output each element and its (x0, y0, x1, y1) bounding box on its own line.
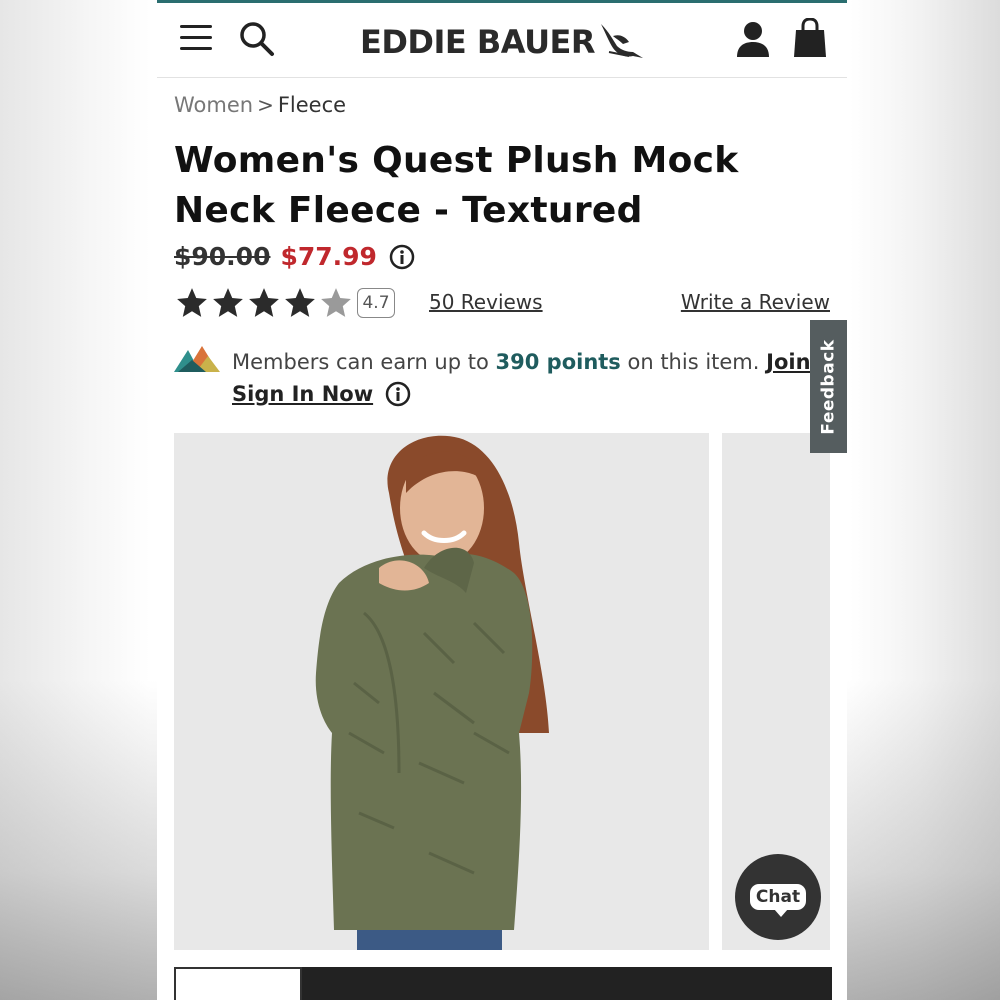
menu-icon[interactable] (180, 23, 214, 53)
goose-logo-icon (601, 24, 644, 58)
search-icon[interactable] (239, 21, 275, 57)
bottom-action-bar (157, 950, 847, 1000)
star-icon (249, 288, 279, 317)
model-photo-illustration (174, 433, 709, 950)
members-points: 390 points (495, 350, 621, 374)
brand-logo[interactable]: EDDIE BAUER (360, 20, 645, 64)
product-image-gallery[interactable] (174, 433, 830, 950)
shopping-bag-icon[interactable] (793, 17, 827, 58)
account-icon[interactable] (735, 20, 771, 58)
star-rating[interactable] (174, 286, 354, 320)
sign-in-link[interactable]: Sign In Now (232, 382, 373, 406)
members-text-before: Members can earn up to (232, 350, 496, 374)
price-info-icon[interactable] (389, 244, 415, 270)
phone-screen: EDDIE BAUER Women > Fleece Women's Quest… (157, 0, 847, 1000)
rating-row: 4.7 50 Reviews Write a Review (174, 286, 830, 322)
star-icon-partial (321, 288, 351, 317)
chat-button[interactable]: Chat (735, 854, 821, 940)
join-link[interactable]: Join (766, 350, 810, 374)
members-signin-row: Sign In Now (232, 381, 411, 407)
breadcrumb-fleece[interactable]: Fleece (278, 93, 346, 117)
add-to-bag-button[interactable] (302, 967, 832, 1000)
site-header: EDDIE BAUER (157, 3, 847, 78)
product-main-image[interactable] (174, 433, 709, 950)
sale-price: $77.99 (280, 242, 377, 271)
star-icon (177, 288, 207, 317)
breadcrumb-separator: > (257, 93, 274, 117)
chat-label: Chat (749, 884, 807, 917)
feedback-tab[interactable]: Feedback (810, 320, 847, 453)
write-review-link[interactable]: Write a Review (681, 290, 830, 314)
breadcrumb: Women > Fleece (174, 93, 346, 117)
rating-value-badge: 4.7 (357, 288, 395, 318)
members-rewards-banner: Members can earn up to 390 points on thi… (174, 340, 834, 412)
brand-name: EDDIE BAUER (360, 23, 596, 61)
rewards-info-icon[interactable] (385, 381, 411, 407)
star-icon (213, 288, 243, 317)
product-title: Women's Quest Plush Mock Neck Fleece - T… (174, 140, 739, 231)
feedback-label: Feedback (818, 338, 839, 435)
price-row: $90.00 $77.99 (174, 242, 415, 271)
reviews-link[interactable]: 50 Reviews (429, 290, 543, 314)
members-text: Members can earn up to 390 points on thi… (232, 350, 830, 374)
star-icon (285, 288, 315, 317)
size-select-button[interactable] (174, 967, 302, 1000)
rewards-mountain-icon (174, 346, 220, 372)
breadcrumb-women[interactable]: Women (174, 93, 253, 117)
original-price: $90.00 (174, 242, 271, 271)
members-text-after: on this item. (620, 350, 767, 374)
